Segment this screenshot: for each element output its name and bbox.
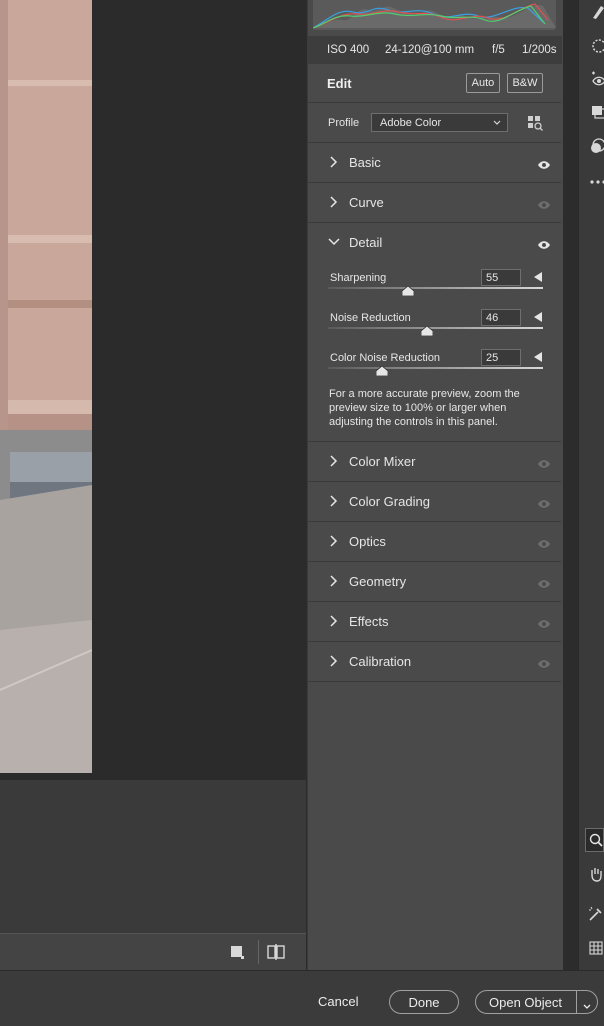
section-label: Color Mixer bbox=[349, 454, 416, 469]
detail-note: For a more accurate preview, zoom the pr… bbox=[329, 388, 520, 428]
tool-strip bbox=[578, 0, 604, 970]
filmstrip-area bbox=[0, 780, 306, 933]
section-label: Calibration bbox=[349, 654, 412, 669]
chevron-right-icon bbox=[328, 155, 340, 169]
chevron-right-icon bbox=[328, 454, 340, 468]
reset-arrow-icon[interactable] bbox=[534, 352, 542, 362]
divider bbox=[576, 991, 577, 1013]
color-noise-reduction-slider-row: Color Noise Reduction 25 bbox=[308, 342, 561, 382]
eye-icon[interactable] bbox=[537, 536, 551, 548]
section-geometry[interactable]: Geometry bbox=[308, 562, 561, 602]
eye-icon[interactable] bbox=[537, 197, 551, 209]
more-icon[interactable] bbox=[590, 172, 604, 190]
dialog-footer: Cancel Done Open Object bbox=[0, 970, 604, 1026]
divider bbox=[258, 940, 259, 964]
sharpening-slider-thumb[interactable] bbox=[401, 283, 414, 297]
histogram-icon bbox=[313, 0, 556, 30]
section-effects[interactable]: Effects bbox=[308, 602, 561, 642]
eye-icon[interactable] bbox=[537, 237, 551, 249]
noise-reduction-value-field[interactable]: 46 bbox=[481, 309, 521, 326]
open-object-button[interactable]: Open Object bbox=[475, 990, 598, 1014]
section-label: Curve bbox=[349, 195, 384, 210]
snapshots-icon[interactable] bbox=[590, 138, 604, 159]
profile-browser-icon[interactable] bbox=[527, 115, 543, 136]
section-optics[interactable]: Optics bbox=[308, 522, 561, 562]
view-options-bar bbox=[0, 933, 306, 971]
chevron-down-icon[interactable] bbox=[582, 996, 592, 1020]
camera-info-bar: ISO 400 24-120@100 mm f/5 1/200s bbox=[307, 36, 562, 64]
red-eye-icon[interactable] bbox=[589, 70, 604, 93]
eye-icon[interactable] bbox=[537, 576, 551, 588]
color-noise-reduction-value-field[interactable]: 25 bbox=[481, 349, 521, 366]
section-label: Basic bbox=[349, 155, 381, 170]
sharpening-slider-track[interactable] bbox=[328, 287, 543, 289]
edit-title: Edit bbox=[327, 76, 352, 91]
chevron-right-icon bbox=[328, 534, 340, 548]
zoom-icon bbox=[589, 833, 603, 852]
noise-reduction-slider-track[interactable] bbox=[328, 327, 543, 329]
bw-button[interactable]: B&W bbox=[507, 73, 543, 93]
profile-select[interactable]: Adobe Color bbox=[371, 113, 508, 132]
hand-icon[interactable] bbox=[589, 866, 604, 887]
section-calibration[interactable]: Calibration bbox=[308, 642, 561, 682]
chevron-right-icon bbox=[328, 654, 340, 668]
eye-icon[interactable] bbox=[537, 157, 551, 169]
edit-header: Edit Auto B&W bbox=[308, 64, 561, 103]
section-label: Geometry bbox=[349, 574, 407, 589]
section-label: Effects bbox=[349, 614, 389, 629]
section-color-mixer[interactable]: Color Mixer bbox=[308, 442, 561, 482]
healing-icon[interactable] bbox=[591, 38, 604, 59]
presets-icon[interactable] bbox=[591, 105, 604, 124]
chevron-right-icon bbox=[328, 494, 340, 508]
profile-value: Adobe Color bbox=[380, 117, 442, 129]
section-basic[interactable]: Basic bbox=[308, 143, 561, 183]
section-label: Optics bbox=[349, 534, 386, 549]
chevron-right-icon bbox=[328, 614, 340, 628]
shutter-value: 1/200s bbox=[522, 44, 557, 56]
section-curve[interactable]: Curve bbox=[308, 183, 561, 223]
noise-reduction-slider-thumb[interactable] bbox=[420, 323, 434, 337]
section-detail[interactable]: Detail bbox=[308, 223, 561, 262]
eye-icon[interactable] bbox=[537, 456, 551, 468]
lens-value: 24-120@100 mm bbox=[385, 44, 475, 56]
eye-icon[interactable] bbox=[537, 656, 551, 668]
color-noise-reduction-slider-track[interactable] bbox=[328, 367, 543, 369]
chevron-down-icon bbox=[493, 116, 501, 134]
section-label: Color Grading bbox=[349, 494, 430, 509]
sharpening-slider-row: Sharpening 55 bbox=[308, 262, 561, 302]
brush-icon[interactable] bbox=[591, 4, 604, 25]
eye-icon[interactable] bbox=[537, 616, 551, 628]
chevron-down-icon bbox=[328, 235, 340, 249]
cancel-button[interactable]: Cancel bbox=[318, 994, 358, 1009]
profile-label: Profile bbox=[328, 117, 360, 129]
grid-icon[interactable] bbox=[589, 941, 603, 960]
eye-icon[interactable] bbox=[537, 496, 551, 508]
sharpening-value-field[interactable]: 55 bbox=[481, 269, 521, 286]
section-color-grading[interactable]: Color Grading bbox=[308, 482, 561, 522]
aperture-value: f/5 bbox=[492, 44, 505, 56]
open-object-label: Open Object bbox=[489, 995, 562, 1010]
zoom-tool[interactable] bbox=[585, 828, 604, 852]
chevron-right-icon bbox=[328, 195, 340, 209]
reset-arrow-icon[interactable] bbox=[534, 272, 542, 282]
done-button[interactable]: Done bbox=[389, 990, 459, 1014]
noise-reduction-slider-row: Noise Reduction 46 bbox=[308, 302, 561, 342]
iso-value: ISO 400 bbox=[327, 44, 370, 56]
chevron-right-icon bbox=[328, 574, 340, 588]
auto-button[interactable]: Auto bbox=[466, 73, 500, 93]
before-after-icon[interactable] bbox=[267, 944, 285, 965]
section-label: Detail bbox=[349, 235, 383, 250]
profile-row: Profile Adobe Color bbox=[308, 103, 561, 143]
single-view-icon[interactable] bbox=[230, 945, 244, 964]
reset-arrow-icon[interactable] bbox=[534, 312, 542, 322]
color-noise-reduction-slider-thumb[interactable] bbox=[375, 363, 389, 377]
color-sampler-icon[interactable] bbox=[588, 906, 604, 927]
noise-reduction-label: Noise Reduction bbox=[330, 312, 411, 324]
sharpening-label: Sharpening bbox=[330, 272, 387, 284]
photo-preview bbox=[0, 0, 92, 773]
